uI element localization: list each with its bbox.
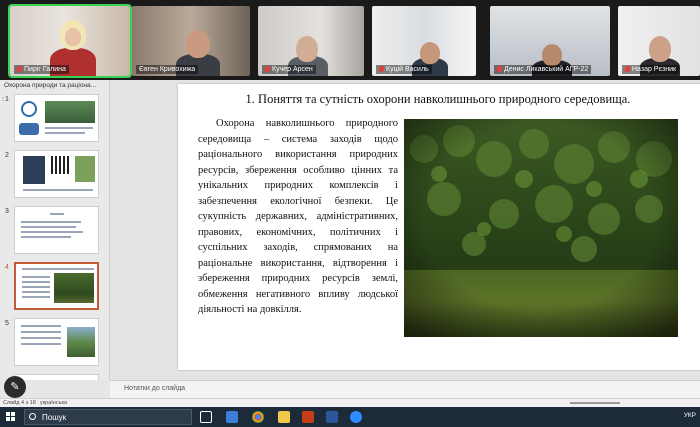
task-view-icon[interactable]: [200, 411, 212, 423]
thumbnail-number: 2: [5, 152, 9, 159]
thumbnail-row[interactable]: 5: [0, 318, 109, 370]
thumbnail-row[interactable]: 3: [0, 206, 109, 258]
slide-body-text[interactable]: Охорона навколишнього природного середов…: [198, 116, 398, 318]
nature-image: [75, 156, 95, 182]
slide-thumbnail[interactable]: [14, 150, 99, 198]
slide-editor[interactable]: 1. Поняття та сутність охорони навколишн…: [110, 80, 700, 380]
nature-image: [67, 327, 95, 357]
windows-start-icon[interactable]: [6, 412, 16, 422]
participant-name: Пиріг Галина: [14, 65, 69, 74]
search-label: Пошук: [42, 413, 67, 422]
slide-thumbnail[interactable]: [14, 374, 99, 380]
slide-counter: Слайд 4 з 18: [3, 400, 36, 406]
word-icon[interactable]: [326, 411, 338, 423]
mic-muted-icon: [265, 66, 270, 72]
participant-tile[interactable]: Денис Ликавський АГР-22: [490, 6, 610, 76]
slide-image[interactable]: [404, 119, 678, 337]
status-bar: Слайд 4 з 18 українська: [0, 398, 700, 407]
forest-river-image: [404, 119, 678, 337]
zoom-app-icon[interactable]: [350, 411, 362, 423]
slide-thumbnail[interactable]: [14, 206, 99, 254]
nature-image: [45, 101, 95, 123]
file-explorer-icon[interactable]: [278, 411, 290, 423]
slide-thumbnail[interactable]: [14, 318, 99, 366]
language-indicator[interactable]: українська: [40, 400, 67, 406]
portrait-image: [23, 156, 45, 184]
mic-muted-icon: [497, 66, 502, 72]
participant-tile[interactable]: Пиріг Галина: [8, 4, 132, 78]
mic-muted-icon: [625, 66, 630, 72]
powerpoint-icon[interactable]: [302, 411, 314, 423]
video-strip: Пиріг Галина Євген Кривохижа Кучер Арсен…: [0, 0, 700, 80]
logo-icon: [19, 123, 39, 135]
participant-tile[interactable]: Євген Кривохижа: [132, 6, 250, 76]
slide-title[interactable]: 1. Поняття та сутність охорони навколишн…: [178, 92, 698, 107]
calculator-icon[interactable]: [226, 411, 238, 423]
participant-name: Назар Рєзник: [622, 65, 680, 74]
keyboard-language[interactable]: УКР: [684, 412, 696, 419]
slide-thumbnail[interactable]: [14, 94, 99, 142]
notes-placeholder[interactable]: Нотатки до слайда: [124, 385, 185, 392]
screen: Пиріг Галина Євген Кривохижа Кучер Арсен…: [0, 0, 700, 427]
participant-tile[interactable]: Назар Рєзник: [618, 6, 700, 76]
slide-thumbnail-selected[interactable]: [14, 262, 99, 310]
participant-name: Денис Ликавський АГР-22: [494, 65, 592, 74]
thumbnail-row[interactable]: 4: [0, 262, 109, 314]
participant-tile[interactable]: Куцій Василь: [372, 6, 476, 76]
thumbnail-number: 3: [5, 208, 9, 215]
taskbar-search[interactable]: Пошук: [24, 409, 192, 425]
participant-name: Куцій Василь: [376, 65, 432, 74]
participant-name: Євген Кривохижа: [136, 65, 199, 74]
current-slide[interactable]: 1. Поняття та сутність охорони навколишн…: [178, 84, 700, 370]
presentation-app: Охорона природи та раціона... ⁝ 1 2 3 4 …: [0, 80, 700, 407]
nature-image: [54, 273, 94, 303]
thumbnail-number: 4: [5, 264, 9, 271]
search-icon: [29, 413, 36, 420]
thumbnail-number: 5: [5, 320, 9, 327]
participant-name: Кучер Арсен: [262, 65, 316, 74]
pen-icon[interactable]: ✎: [4, 376, 26, 398]
qr-code-icon: [51, 156, 69, 174]
thumbnail-row[interactable]: 2: [0, 150, 109, 202]
mic-muted-icon: [17, 66, 22, 72]
thumbnail-number: 1: [5, 96, 9, 103]
thumbnail-row[interactable]: 1: [0, 94, 109, 146]
slide-thumbnails-panel[interactable]: Охорона природи та раціона... ⁝ 1 2 3 4 …: [0, 80, 110, 380]
logo-icon: [21, 101, 37, 117]
participant-tile[interactable]: Кучер Арсен: [258, 6, 364, 76]
presentation-title: Охорона природи та раціона...: [4, 82, 97, 89]
windows-taskbar: Пошук УКР: [0, 407, 700, 427]
mic-muted-icon: [379, 66, 384, 72]
zoom-slider[interactable]: [570, 402, 620, 404]
chrome-icon[interactable]: [252, 411, 264, 423]
